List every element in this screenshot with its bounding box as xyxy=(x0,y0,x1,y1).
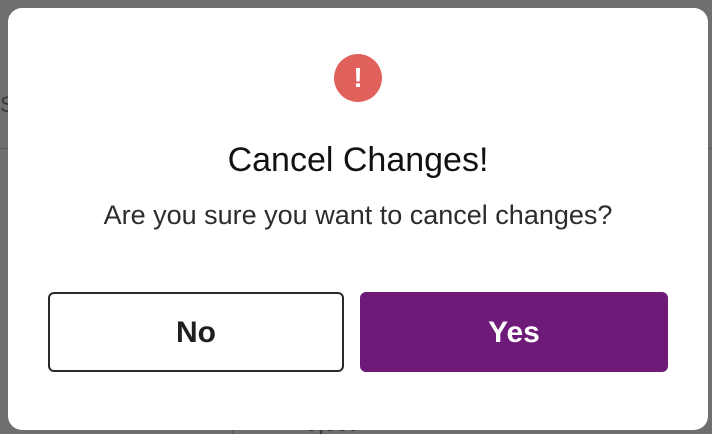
yes-button[interactable]: Yes xyxy=(360,292,668,372)
dialog-title: Cancel Changes! xyxy=(227,141,489,179)
cancel-changes-dialog: ! Cancel Changes! Are you sure you want … xyxy=(8,8,708,430)
no-button[interactable]: No xyxy=(48,292,344,372)
exclamation-alert-icon: ! xyxy=(334,54,382,102)
dialog-message: Are you sure you want to cancel changes? xyxy=(103,200,613,230)
